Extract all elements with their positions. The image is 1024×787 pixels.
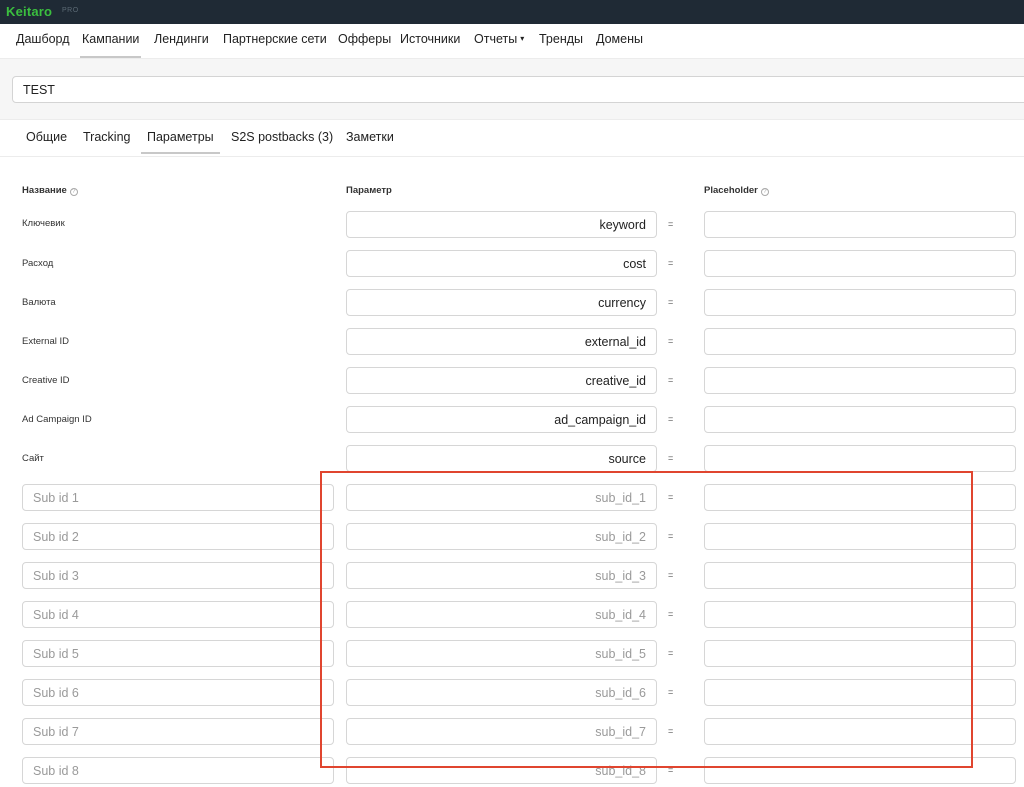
sub-id-param-input-8[interactable] — [346, 757, 657, 784]
sub-id-param-input-1[interactable] — [346, 484, 657, 511]
equals-sign: = — [668, 570, 674, 580]
equals-sign: = — [668, 453, 674, 463]
column-header-placeholder: Placeholder? — [704, 185, 769, 196]
sub-id-placeholder-input-4[interactable] — [704, 601, 1016, 628]
column-header-name: Название? — [22, 185, 78, 196]
sub-id-param-input-5[interactable] — [346, 640, 657, 667]
nav-domains[interactable]: Домены — [596, 32, 643, 46]
sub-id-placeholder-input-1[interactable] — [704, 484, 1016, 511]
sub-id-param-input-7[interactable] — [346, 718, 657, 745]
sub-id-placeholder-input-3[interactable] — [704, 562, 1016, 589]
placeholder-input-ad-campaign-id[interactable] — [704, 406, 1016, 433]
sub-id-placeholder-input-2[interactable] — [704, 523, 1016, 550]
equals-sign: = — [668, 492, 674, 502]
equals-sign: = — [668, 258, 674, 268]
sub-id-name-input-7[interactable] — [22, 718, 334, 745]
tab-tracking[interactable]: Tracking — [83, 130, 130, 144]
nav-reports-label: Отчеты — [474, 32, 518, 46]
equals-sign: = — [668, 219, 674, 229]
equals-sign: = — [668, 648, 674, 658]
param-input-site[interactable] — [346, 445, 657, 472]
row-label-cost: Расход — [22, 258, 54, 269]
equals-sign: = — [668, 297, 674, 307]
param-input-currency[interactable] — [346, 289, 657, 316]
tabs-divider — [0, 156, 1024, 157]
equals-sign: = — [668, 609, 674, 619]
sub-id-name-input-4[interactable] — [22, 601, 334, 628]
row-label-site: Сайт — [22, 453, 44, 464]
column-header-placeholder-label: Placeholder — [704, 185, 758, 196]
sub-id-param-input-2[interactable] — [346, 523, 657, 550]
main-nav: Дашборд Кампании Лендинги Партнерские се… — [0, 24, 1024, 58]
sub-id-placeholder-input-6[interactable] — [704, 679, 1016, 706]
placeholder-input-creative-id[interactable] — [704, 367, 1016, 394]
caret-down-icon: ▾ — [520, 34, 525, 43]
placeholder-input-currency[interactable] — [704, 289, 1016, 316]
equals-sign: = — [668, 375, 674, 385]
sub-id-param-input-6[interactable] — [346, 679, 657, 706]
param-input-external-id[interactable] — [346, 328, 657, 355]
param-input-cost[interactable] — [346, 250, 657, 277]
row-label-keyword: Ключевик — [22, 218, 65, 229]
nav-reports-dropdown[interactable]: Отчеты ▾ — [474, 32, 524, 46]
row-label-ad-campaign-id: Ad Campaign ID — [22, 414, 92, 425]
info-icon[interactable]: ? — [760, 188, 769, 196]
equals-sign: = — [668, 336, 674, 346]
nav-landings[interactable]: Лендинги — [154, 32, 209, 46]
equals-sign: = — [668, 726, 674, 736]
sub-id-param-input-4[interactable] — [346, 601, 657, 628]
sub-id-placeholder-input-5[interactable] — [704, 640, 1016, 667]
nav-dashboard[interactable]: Дашборд — [16, 32, 70, 46]
param-input-keyword[interactable] — [346, 211, 657, 238]
nav-offers[interactable]: Офферы — [338, 32, 391, 46]
equals-sign: = — [668, 414, 674, 424]
row-label-external-id: External ID — [22, 336, 69, 347]
row-label-currency: Валюта — [22, 297, 56, 308]
sub-id-name-input-5[interactable] — [22, 640, 334, 667]
nav-affiliate-networks[interactable]: Партнерские сети — [223, 32, 327, 46]
column-header-param: Параметр — [346, 185, 392, 196]
tab-parameters[interactable]: Параметры — [141, 130, 220, 154]
info-icon[interactable]: ? — [69, 188, 78, 196]
top-bar: Keitaro PRO — [0, 0, 1024, 24]
sub-id-placeholder-input-7[interactable] — [704, 718, 1016, 745]
param-input-creative-id[interactable] — [346, 367, 657, 394]
sub-id-name-input-8[interactable] — [22, 757, 334, 784]
sub-id-name-input-2[interactable] — [22, 523, 334, 550]
nav-sources[interactable]: Источники — [400, 32, 460, 46]
param-input-ad-campaign-id[interactable] — [346, 406, 657, 433]
equals-sign: = — [668, 687, 674, 697]
sub-id-param-input-3[interactable] — [346, 562, 657, 589]
tab-general[interactable]: Общие — [26, 130, 67, 144]
campaign-name-input[interactable] — [12, 76, 1024, 103]
sub-id-name-input-1[interactable] — [22, 484, 334, 511]
edition-badge: PRO — [62, 7, 79, 14]
sub-id-name-input-3[interactable] — [22, 562, 334, 589]
tab-s2s-postbacks[interactable]: S2S postbacks (3) — [231, 130, 333, 144]
placeholder-input-site[interactable] — [704, 445, 1016, 472]
sub-id-placeholder-input-8[interactable] — [704, 757, 1016, 784]
placeholder-input-keyword[interactable] — [704, 211, 1016, 238]
nav-trends[interactable]: Тренды — [539, 32, 583, 46]
placeholder-input-cost[interactable] — [704, 250, 1016, 277]
column-header-name-label: Название — [22, 185, 67, 196]
sub-id-name-input-6[interactable] — [22, 679, 334, 706]
row-label-creative-id: Creative ID — [22, 375, 70, 386]
tab-notes[interactable]: Заметки — [346, 130, 394, 144]
equals-sign: = — [668, 531, 674, 541]
placeholder-input-external-id[interactable] — [704, 328, 1016, 355]
app-logo[interactable]: Keitaro — [6, 4, 52, 19]
nav-campaigns[interactable]: Кампании — [79, 32, 142, 58]
equals-sign: = — [668, 765, 674, 775]
